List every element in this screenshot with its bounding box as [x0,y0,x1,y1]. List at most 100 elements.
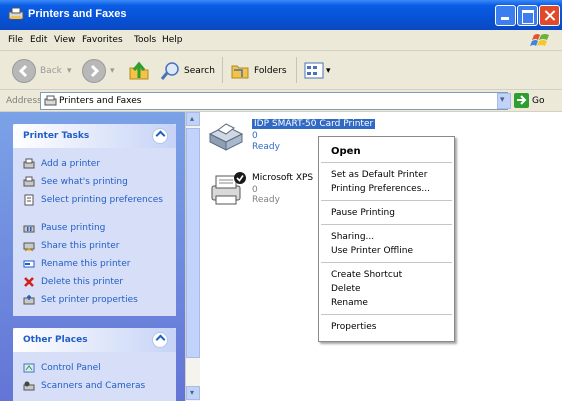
printer-icon [208,123,244,151]
chevron-up-icon: ▴ [190,114,195,123]
other-places-header[interactable]: Other Places [13,328,176,352]
task-delete-printer[interactable]: Delete this printer [41,277,173,287]
context-menu: Open Set as Default Printer Printing Pre… [318,136,455,342]
scroll-up-button[interactable]: ▴ [186,112,200,126]
search-button[interactable]: Search [184,66,215,76]
collapse-button[interactable] [152,332,168,348]
minimize-button[interactable] [495,5,516,26]
task-pause-printing[interactable]: Pause printing [41,223,173,233]
menu-separator [321,262,452,263]
print-queue-icon [23,176,35,187]
task-printer-properties[interactable]: Set printer properties [41,295,173,305]
other-places-panel: Other Places Control Panel Scanners and … [13,328,176,401]
preferences-icon [24,194,34,206]
menu-edit[interactable]: Edit [30,35,47,45]
task-select-preferences[interactable]: Select printing preferences [41,195,173,205]
other-places-title: Other Places [23,335,88,345]
printer-tasks-header[interactable]: Printer Tasks [13,124,176,148]
pause-icon [23,225,35,233]
task-share-printer[interactable]: Share this printer [41,241,173,251]
printer-docs: 0 [252,185,258,195]
views-dropdown-icon[interactable]: ▾ [326,66,331,76]
forward-dropdown-icon[interactable]: ▾ [110,66,115,76]
task-add-printer[interactable]: Add a printer [41,159,173,169]
folders-icon [231,65,249,79]
control-panel-icon [23,363,35,373]
printer-tasks-panel: Printer Tasks Add a printer See what's p… [13,124,176,316]
collapse-button[interactable] [152,128,168,144]
arrow-right-icon [90,64,100,78]
add-printer-icon [23,158,35,169]
address-label: Address [6,96,42,106]
back-label: Back [40,66,62,76]
explorer-window: Printers and Faxes File Edit View Favori… [0,0,562,401]
menu-create-shortcut[interactable]: Create Shortcut [331,270,402,280]
printer-folder-icon [44,95,57,106]
back-button[interactable] [12,59,36,83]
printer-docs: 0 [252,131,258,141]
menu-separator [321,200,452,201]
printer-name: Microsoft XPS [252,173,314,183]
printer-status: Ready [252,142,280,152]
forward-button[interactable] [82,59,106,83]
task-see-printing[interactable]: See what's printing [41,177,173,187]
menu-delete[interactable]: Delete [331,284,361,294]
printer-folder-icon [8,7,24,20]
address-input[interactable]: Printers and Faxes [40,92,508,110]
chevron-down-icon: ▾ [500,95,505,105]
address-bar: Address Printers and Faxes [0,90,562,112]
toolbar-divider [296,57,297,83]
printer-status: Ready [252,195,280,205]
menu-help[interactable]: Help [162,35,183,45]
vertical-scrollbar[interactable]: ▴ ▾ [185,112,200,401]
windows-logo-icon [530,34,549,46]
maximize-button[interactable] [517,5,538,26]
menu-properties[interactable]: Properties [331,322,376,332]
menu-file[interactable]: File [8,35,23,45]
properties-icon [23,295,35,305]
menu-bar: File Edit View Favorites Tools Help [0,30,562,51]
menu-printing-preferences[interactable]: Printing Preferences... [331,184,430,194]
printer-icon [211,172,246,205]
task-rename-printer[interactable]: Rename this printer [41,259,173,269]
search-icon [160,62,179,80]
back-dropdown-icon[interactable]: ▾ [67,66,72,76]
place-control-panel[interactable]: Control Panel [41,363,173,373]
close-button[interactable] [539,5,560,26]
folders-button[interactable]: Folders [254,66,287,76]
menu-use-offline[interactable]: Use Printer Offline [331,246,413,256]
menu-tools[interactable]: Tools [134,35,156,45]
scroll-down-button[interactable]: ▾ [186,386,200,400]
place-scanners-cameras[interactable]: Scanners and Cameras [41,381,173,391]
go-button[interactable]: Go [532,96,544,106]
toolbar-divider [222,57,223,83]
address-dropdown-button[interactable]: ▾ [497,93,511,109]
views-icon[interactable] [304,62,324,79]
printer-tasks-title: Printer Tasks [23,131,90,141]
rename-icon [23,260,35,268]
window-title: Printers and Faxes [28,8,127,20]
share-icon [23,242,35,252]
menu-set-default[interactable]: Set as Default Printer [331,170,427,180]
address-value: Printers and Faxes [59,96,142,106]
menu-favorites[interactable]: Favorites [82,35,123,45]
menu-open[interactable]: Open [331,146,361,157]
title-bar[interactable]: Printers and Faxes [0,0,562,30]
menu-pause-printing[interactable]: Pause Printing [331,208,395,218]
menu-view[interactable]: View [54,35,75,45]
menu-separator [321,314,452,315]
menu-separator [321,162,452,163]
printer-name: IDP SMART-50 Card Printer [252,119,376,129]
scroll-thumb[interactable] [186,128,200,358]
chevron-down-icon: ▾ [190,388,195,397]
menu-separator [321,224,452,225]
scanner-icon [23,381,35,391]
delete-icon [24,277,34,287]
arrow-left-icon [18,64,28,78]
up-folder-icon[interactable] [128,60,150,82]
go-arrow-icon[interactable] [514,93,529,108]
task-pane: Printer Tasks Add a printer See what's p… [0,112,185,401]
menu-rename[interactable]: Rename [331,298,368,308]
toolbar: Back ▾ ▾ Search Folders ▾ [0,51,562,90]
menu-sharing[interactable]: Sharing... [331,232,374,242]
